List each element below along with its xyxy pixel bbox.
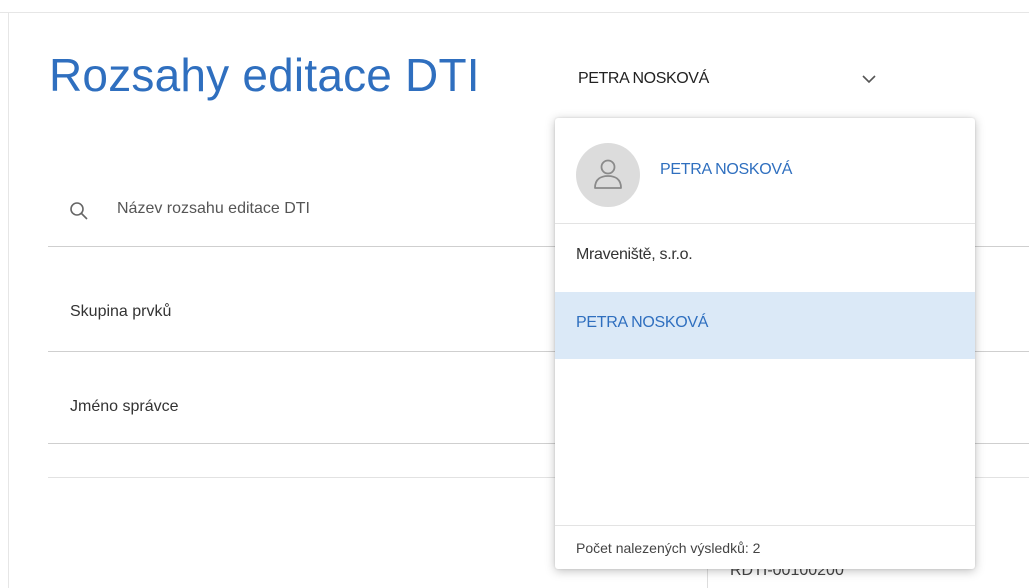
user-avatar-icon <box>576 143 640 207</box>
frame-top-border <box>0 12 1029 13</box>
chevron-down-icon[interactable] <box>860 70 878 88</box>
filter-admin-label[interactable]: Jméno správce <box>70 398 179 416</box>
frame-left-border <box>8 12 9 588</box>
dropdown-header-name: PETRA NOSKOVÁ <box>660 161 793 178</box>
search-input[interactable] <box>117 200 547 218</box>
results-count: Počet nalezených výsledků: 2 <box>576 540 761 556</box>
dropdown-footer: Počet nalezených výsledků: 2 <box>555 525 975 570</box>
dropdown-option-mraveniste[interactable]: Mraveniště, s.r.o. <box>555 224 975 291</box>
dropdown-option-label: Mraveniště, s.r.o. <box>576 246 693 263</box>
search-icon <box>69 201 89 221</box>
user-select-value: PETRA NOSKOVÁ <box>578 70 709 87</box>
filter-group-label[interactable]: Skupina prvků <box>70 303 171 321</box>
page-title: Rozsahy editace DTI <box>49 49 480 101</box>
user-select[interactable]: PETRA NOSKOVÁ <box>578 70 882 96</box>
user-dropdown-menu: PETRA NOSKOVÁ Mraveniště, s.r.o. PETRA N… <box>555 118 975 569</box>
dropdown-header: PETRA NOSKOVÁ <box>555 118 975 224</box>
dropdown-option-label: PETRA NOSKOVÁ <box>576 314 709 331</box>
dropdown-option-petra-noskova[interactable]: PETRA NOSKOVÁ <box>555 292 975 359</box>
